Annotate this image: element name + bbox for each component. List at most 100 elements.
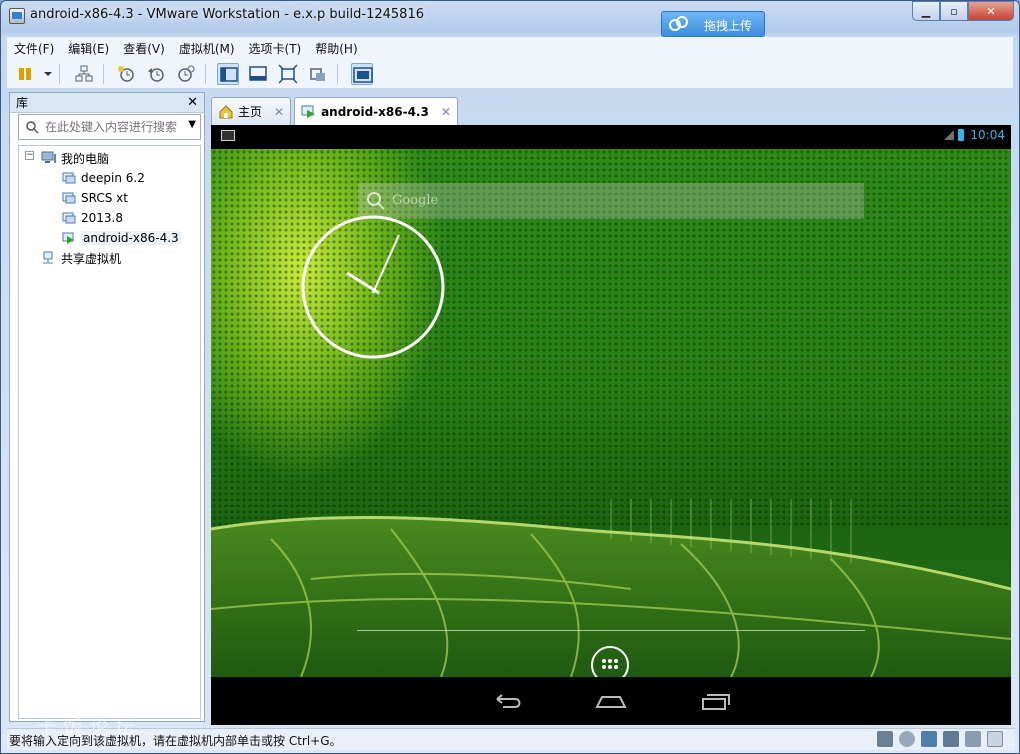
revert-snapshot-button[interactable] xyxy=(145,63,167,85)
status-bar: 卡饭论坛 要将输入定向到该虚拟机，请在虚拟机内部单击或按 Ctrl+G。 xyxy=(7,715,1015,750)
vm-running-icon xyxy=(301,105,316,118)
window-title: android-x86-4.3 - VMware Workstation - e… xyxy=(30,7,424,22)
battery-icon xyxy=(958,129,965,141)
search-icon xyxy=(26,121,39,134)
tree-collapse-icon[interactable]: − xyxy=(25,151,34,160)
maximize-button[interactable]: ▫ xyxy=(940,1,968,21)
hard-disk-icon[interactable] xyxy=(877,731,893,747)
library-close-icon[interactable]: ✕ xyxy=(187,95,198,110)
menu-vm[interactable]: 虚拟机(M) xyxy=(172,40,242,57)
home-icon xyxy=(219,104,233,118)
search-dropdown-icon[interactable]: ▼ xyxy=(188,119,196,130)
menu-view[interactable]: 查看(V) xyxy=(116,40,172,57)
close-button[interactable]: ✕ xyxy=(968,1,1014,21)
pause-icon xyxy=(19,68,31,80)
tab-close-icon[interactable]: ✕ xyxy=(441,105,451,119)
vmware-app-icon xyxy=(9,8,25,24)
take-snapshot-button[interactable] xyxy=(115,63,137,85)
tree-item-shared-vms[interactable]: 共享虚拟机 xyxy=(41,248,121,268)
library-title: 库 xyxy=(16,96,29,110)
show-thumbnail-bar-button[interactable] xyxy=(247,63,269,85)
vm-console-screen[interactable]: 10:04 Google xyxy=(211,125,1011,725)
show-library-button[interactable] xyxy=(217,63,239,85)
tab-close-icon[interactable]: ✕ xyxy=(274,105,284,119)
tree-item-label: 共享虚拟机 xyxy=(61,251,122,266)
computer-icon xyxy=(41,151,56,163)
console-view-button[interactable] xyxy=(351,63,373,85)
toolbar-separator xyxy=(337,64,338,84)
message-log-icon[interactable] xyxy=(987,731,1003,747)
upload-button[interactable]: 拖拽上传 xyxy=(661,11,765,37)
network-icon xyxy=(75,65,93,82)
send-ctrl-alt-del-button[interactable] xyxy=(73,63,95,85)
vm-icon xyxy=(62,192,76,204)
home-icon[interactable] xyxy=(594,689,628,713)
status-message: 要将输入定向到该虚拟机，请在虚拟机内部单击或按 Ctrl+G。 xyxy=(9,734,342,748)
tree-item-vm-running[interactable]: android-x86-4.3 xyxy=(61,228,181,248)
vm-icon xyxy=(62,172,76,184)
toolbar-separator xyxy=(205,64,206,84)
google-search-hint: Google xyxy=(392,193,439,208)
tree-item-my-computer[interactable]: 我的电脑 xyxy=(41,148,109,168)
console-view-icon xyxy=(353,67,373,83)
cloud-upload-icon xyxy=(669,16,688,31)
recent-apps-icon[interactable] xyxy=(699,689,733,713)
pause-button[interactable] xyxy=(15,63,37,85)
network-adapter-icon[interactable] xyxy=(921,731,937,747)
tree-item-label: SRCS xt xyxy=(81,191,128,205)
tree-item-label: android-x86-4.3 xyxy=(81,231,181,245)
shared-vm-icon xyxy=(43,251,53,264)
menu-bar: 文件(F) 编辑(E) 查看(V) 虚拟机(M) 选项卡(T) 帮助(H) xyxy=(7,37,1013,59)
vm-running-icon xyxy=(62,232,74,244)
sound-icon[interactable] xyxy=(965,731,981,747)
back-icon[interactable] xyxy=(491,689,525,713)
title-bar[interactable]: android-x86-4.3 - VMware Workstation - e… xyxy=(1,1,1019,37)
minimize-button[interactable]: ▁ xyxy=(912,1,940,21)
tab-bar: 主页 ✕ android-x86-4.3 ✕ xyxy=(211,97,461,125)
toolbar-separator xyxy=(59,64,60,84)
dock-divider xyxy=(357,630,865,631)
tree-item-label: 2013.8 xyxy=(81,211,123,225)
android-nav-bar xyxy=(211,677,1011,725)
upload-button-label: 拖拽上传 xyxy=(704,19,753,33)
maximize-icon: ▫ xyxy=(950,4,958,18)
library-tree: − 我的电脑 deepin 6.2 SRCS xt 2013.8 android… xyxy=(18,145,201,719)
cd-drive-icon[interactable] xyxy=(899,731,915,747)
tree-item-label: deepin 6.2 xyxy=(81,171,145,185)
minimize-icon: ▁ xyxy=(921,4,931,18)
android-clock-text: 10:04 xyxy=(970,128,1005,142)
signal-icon xyxy=(944,130,955,140)
search-icon xyxy=(367,192,385,210)
android-status-bar: 10:04 xyxy=(211,125,1011,149)
tree-item-label: 我的电脑 xyxy=(61,151,110,166)
library-search[interactable]: ▼ xyxy=(18,114,201,140)
vm-icon xyxy=(62,212,76,224)
thumbnail-bar-icon xyxy=(249,66,267,81)
gmail-notification-icon xyxy=(221,130,235,141)
unity-button[interactable] xyxy=(307,63,329,85)
menu-help[interactable]: 帮助(H) xyxy=(308,40,364,57)
tab-label: 主页 xyxy=(238,105,263,119)
snapshot-manager-icon xyxy=(178,65,195,82)
chevron-down-icon xyxy=(44,72,52,76)
menu-file[interactable]: 文件(F) xyxy=(7,40,61,57)
library-icon xyxy=(220,67,238,82)
full-screen-button[interactable] xyxy=(277,63,299,85)
power-dropdown-button[interactable] xyxy=(37,63,52,85)
google-search-bar[interactable]: Google xyxy=(358,183,864,219)
library-panel: 库 ✕ ▼ − 我的电脑 deepin 6.2 SRCS xt xyxy=(9,92,205,722)
tab-android-vm[interactable]: android-x86-4.3 ✕ xyxy=(294,97,458,125)
toolbar xyxy=(7,59,1013,89)
tree-item-vm[interactable]: deepin 6.2 xyxy=(61,168,145,188)
menu-tabs[interactable]: 选项卡(T) xyxy=(242,40,309,57)
tab-home[interactable]: 主页 ✕ xyxy=(211,97,292,125)
snapshot-icon xyxy=(118,66,134,82)
library-search-input[interactable] xyxy=(45,118,185,136)
snapshot-manager-button[interactable] xyxy=(175,63,197,85)
tree-item-vm[interactable]: SRCS xt xyxy=(61,188,128,208)
menu-edit[interactable]: 编辑(E) xyxy=(61,40,116,57)
vmware-window: android-x86-4.3 - VMware Workstation - e… xyxy=(0,0,1020,754)
tree-item-vm[interactable]: 2013.8 xyxy=(61,208,123,228)
usb-icon[interactable] xyxy=(943,731,959,747)
analog-clock-widget[interactable] xyxy=(301,215,445,359)
